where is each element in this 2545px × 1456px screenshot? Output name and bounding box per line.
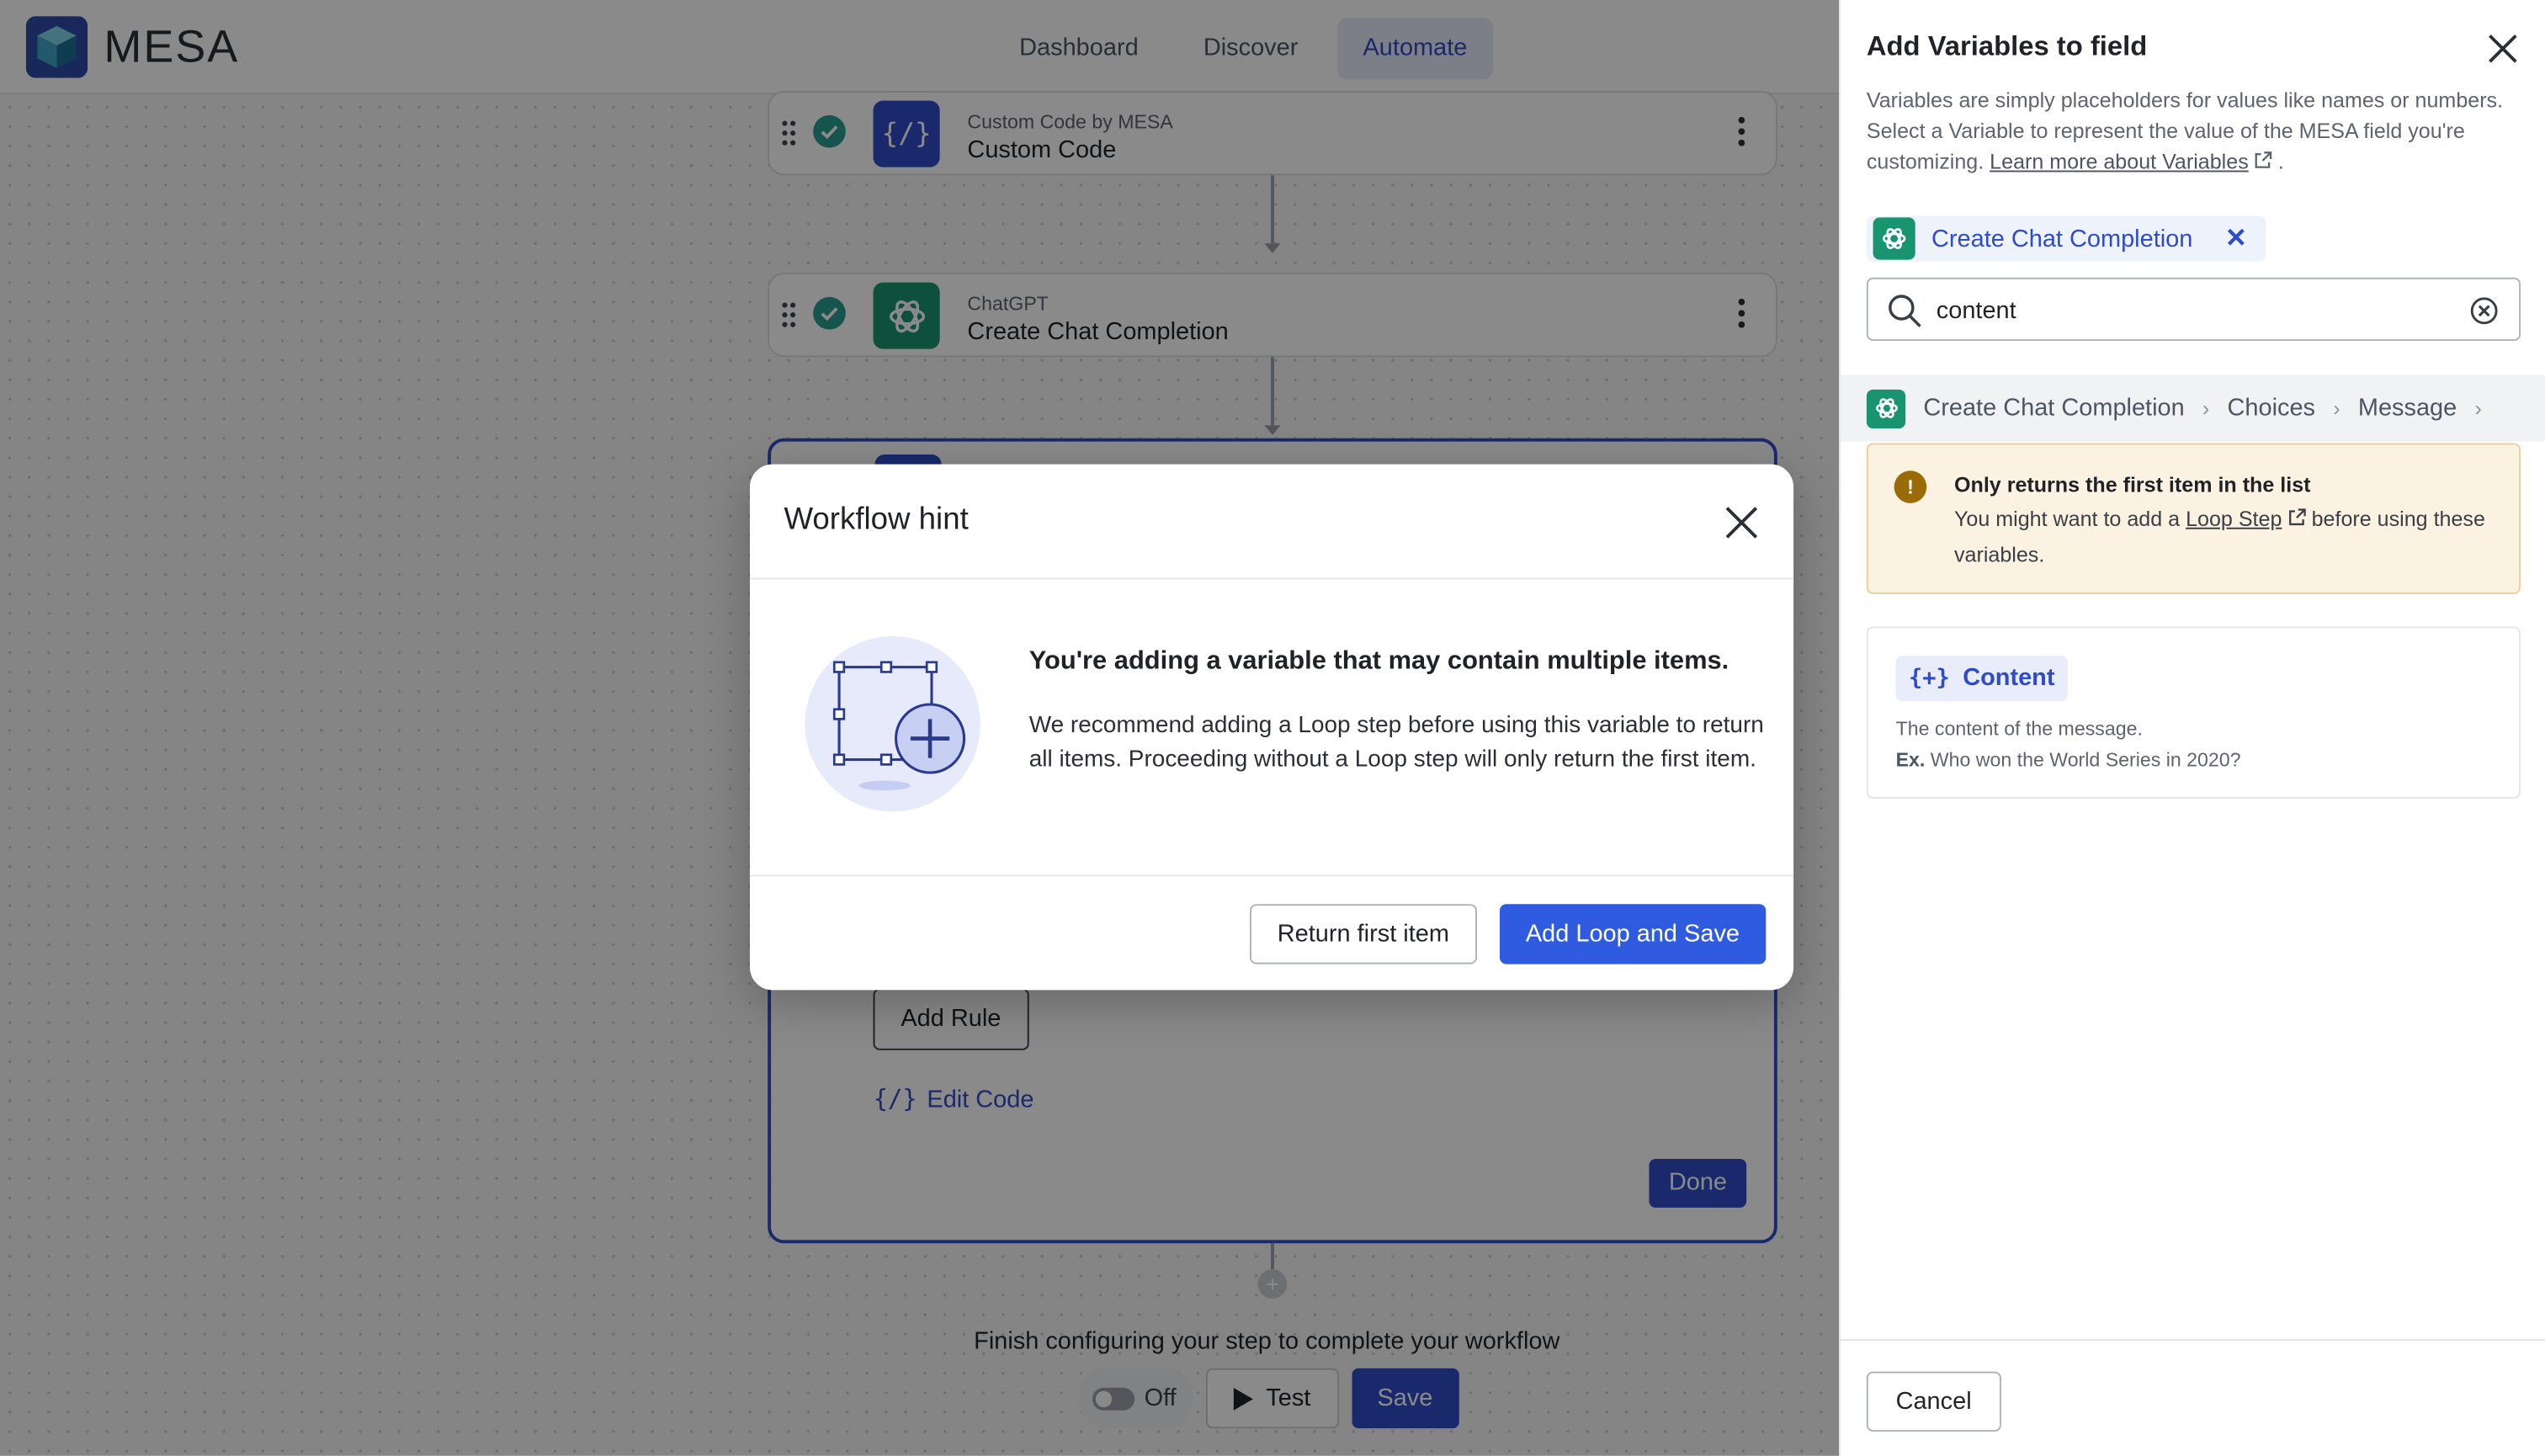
first-item-warning: ! Only returns the first item in the lis… xyxy=(1866,443,2521,594)
modal-body: We recommend adding a Loop step before u… xyxy=(1028,712,1764,773)
cancel-button[interactable]: Cancel xyxy=(1866,1371,2001,1432)
add-variables-panel: Add Variables to field Variables are sim… xyxy=(1839,0,2545,1456)
example-text: Who won the World Series in 2020? xyxy=(1930,748,2241,772)
search-icon xyxy=(1889,295,1921,327)
variable-search-input[interactable]: content xyxy=(1866,277,2521,341)
variable-example: Ex. Who won the World Series in 2020? xyxy=(1896,745,2241,776)
search-value: content xyxy=(1936,296,2016,325)
panel-footer: Cancel xyxy=(1840,1339,2545,1456)
breadcrumb-item[interactable]: Choices xyxy=(2228,395,2316,422)
variable-card-content[interactable]: {+} Content The content of the message. E… xyxy=(1866,626,2521,799)
description-period: . xyxy=(2277,149,2284,174)
external-link-icon xyxy=(2255,151,2272,168)
chip-label: Create Chat Completion xyxy=(1931,225,2193,252)
chatgpt-icon xyxy=(1866,388,1906,428)
modal-header: Workflow hint xyxy=(749,465,1794,580)
workflow-hint-modal: Workflow hint You're adding a variable t… xyxy=(749,464,1794,991)
chevron-right-icon: › xyxy=(2474,396,2482,421)
chatgpt-icon xyxy=(1873,217,1915,260)
app-root: MESA Dashboard Discover Automate {/} Cus… xyxy=(0,0,2545,1456)
warning-body: You might want to add a Loop Step before… xyxy=(1954,502,2489,573)
selected-step-chip[interactable]: Create Chat Completion ✕ xyxy=(1866,215,2266,262)
close-icon[interactable] xyxy=(2487,33,2520,66)
multiple-items-illustration-icon xyxy=(805,635,980,812)
example-label: Ex. xyxy=(1895,748,1926,772)
remove-chip-icon[interactable]: ✕ xyxy=(2225,222,2247,255)
close-icon[interactable] xyxy=(1724,505,1759,540)
variable-braces-icon: {+} xyxy=(1908,665,1950,692)
breadcrumb-item[interactable]: Message xyxy=(2358,395,2457,422)
panel-title: Add Variables to field xyxy=(1866,30,2148,62)
panel-description: Variables are simply placeholders for va… xyxy=(1867,84,2516,177)
breadcrumb-item[interactable]: Create Chat Completion xyxy=(1923,395,2184,422)
loop-step-link[interactable]: Loop Step xyxy=(2186,507,2282,531)
add-loop-and-save-button[interactable]: Add Loop and Save xyxy=(1499,904,1766,964)
variable-description: The content of the message. Ex. Who won … xyxy=(1896,715,2241,776)
variable-breadcrumb[interactable]: Create Chat Completion › Choices › Messa… xyxy=(1840,375,2545,442)
warning-icon: ! xyxy=(1894,470,1927,503)
variable-description-text: The content of the message. xyxy=(1895,717,2143,741)
warning-body-prefix: You might want to add a xyxy=(1953,506,2181,531)
learn-more-link[interactable]: Learn more about Variables xyxy=(1990,149,2249,173)
external-link-icon xyxy=(2288,508,2305,526)
warning-title: Only returns the first item in the list xyxy=(1953,472,2311,497)
modal-footer: Return first item Add Loop and Save xyxy=(749,874,1794,990)
modal-title: Workflow hint xyxy=(784,502,969,538)
modal-headline: You're adding a variable that may contai… xyxy=(1028,647,1729,676)
variable-token[interactable]: {+} Content xyxy=(1895,656,2068,702)
return-first-item-button[interactable]: Return first item xyxy=(1249,904,1477,964)
chevron-right-icon: › xyxy=(2202,396,2210,421)
chevron-right-icon: › xyxy=(2333,396,2340,421)
variable-name: Content xyxy=(1963,663,2055,692)
clear-search-icon[interactable] xyxy=(2470,297,2498,325)
